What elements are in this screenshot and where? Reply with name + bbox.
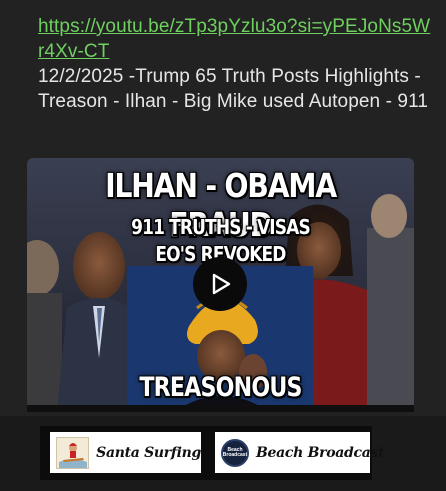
thumbnail-bottom-caption: TREASONOUS — [139, 372, 302, 403]
play-button[interactable] — [193, 257, 247, 311]
play-icon — [212, 273, 231, 295]
beach-broadcast-label: Beach Broadcast — [256, 444, 385, 461]
post-container: https://youtu.be/zTp3pYzlu3o?si=yPEJoNs5… — [0, 0, 446, 491]
beach-broadcast-logo-icon: Beach Broadcast — [221, 438, 249, 467]
sponsor-strip: Santa Surfing Beach Broadcast Beach Broa… — [0, 416, 446, 491]
santa-surfing-label: Santa Surfing — [96, 444, 201, 461]
video-bottom-bar — [27, 405, 414, 412]
post-body: 12/2/2025 -Trump 65 Truth Posts Highligh… — [38, 66, 428, 112]
santa-surfing-logo-icon — [56, 436, 90, 469]
post-text: https://youtu.be/zTp3pYzlu3o?si=yPEJoNs5… — [38, 14, 433, 114]
video-embed[interactable]: ILHAN - OBAMA FRAUD 911 TRUTHS - VISAS E… — [27, 158, 414, 410]
sponsor-banner: Santa Surfing Beach Broadcast Beach Broa… — [40, 426, 385, 480]
thumbnail-subline-1: 911 TRUTHS - VISAS — [131, 215, 311, 239]
video-link[interactable]: https://youtu.be/zTp3pYzlu3o?si=yPEJoNs5… — [38, 14, 433, 64]
santa-surfing-ad[interactable]: Santa Surfing — [50, 432, 201, 473]
beach-broadcast-ad[interactable]: Beach Broadcast Beach Broadcast — [215, 432, 385, 473]
